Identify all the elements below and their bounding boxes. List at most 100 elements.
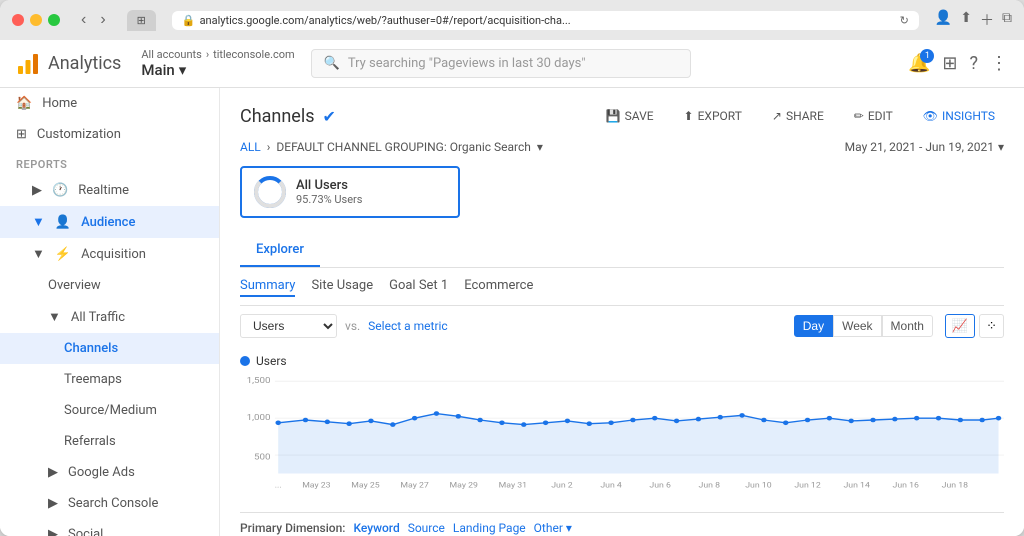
url-text: analytics.google.com/analytics/web/?auth… bbox=[200, 14, 571, 27]
save-icon: 💾 bbox=[606, 109, 621, 123]
expand-google-ads-icon: ▶ bbox=[48, 465, 58, 480]
edit-button[interactable]: ✏ EDIT bbox=[845, 104, 902, 128]
sidebar-item-overview[interactable]: Overview bbox=[0, 270, 219, 301]
dim-landing-page[interactable]: Landing Page bbox=[453, 521, 526, 535]
help-icon[interactable]: ? bbox=[969, 53, 978, 74]
sidebar-item-search-console[interactable]: ▶ Search Console bbox=[0, 488, 219, 519]
export-button[interactable]: ⬆ EXPORT bbox=[675, 104, 751, 128]
segment-box[interactable]: All Users 95.73% Users bbox=[240, 166, 460, 218]
app-header: Analytics All accounts › titleconsole.co… bbox=[0, 40, 1024, 88]
svg-text:Jun 14: Jun 14 bbox=[843, 481, 870, 489]
dim-keyword[interactable]: Keyword bbox=[353, 521, 399, 535]
week-button[interactable]: Week bbox=[833, 315, 881, 337]
month-button[interactable]: Month bbox=[882, 315, 933, 337]
traffic-lights bbox=[12, 14, 60, 26]
path-all[interactable]: ALL bbox=[240, 140, 261, 154]
sub-tab-ecommerce[interactable]: Ecommerce bbox=[464, 276, 533, 297]
refresh-icon[interactable]: ↻ bbox=[900, 14, 909, 27]
day-button[interactable]: Day bbox=[794, 315, 833, 337]
select-metric-link[interactable]: Select a metric bbox=[368, 319, 448, 333]
explorer-tabs: Explorer bbox=[240, 234, 1004, 268]
svg-text:Jun 18: Jun 18 bbox=[942, 481, 969, 489]
dim-other[interactable]: Other ▾ bbox=[534, 521, 572, 535]
logo: Analytics bbox=[16, 52, 121, 76]
chart-type-buttons: 📈 ⁘ bbox=[945, 314, 1004, 338]
sidebar-item-all-traffic[interactable]: ▼ All Traffic bbox=[0, 301, 219, 333]
grid-icon[interactable]: ⊞ bbox=[942, 53, 957, 74]
chevron-down-icon: ▾ bbox=[179, 61, 187, 79]
date-range-text: May 21, 2021 - Jun 19, 2021 bbox=[845, 140, 994, 154]
sub-tab-goal-set-1[interactable]: Goal Set 1 bbox=[389, 276, 448, 297]
date-range-selector[interactable]: May 21, 2021 - Jun 19, 2021 ▾ bbox=[845, 140, 1004, 154]
channels-label: Channels bbox=[64, 341, 118, 356]
minimize-button[interactable] bbox=[30, 14, 42, 26]
segment-pct: 95.73% Users bbox=[296, 193, 362, 206]
sidebar-item-source-medium[interactable]: Source/Medium bbox=[0, 395, 219, 426]
sidebar-item-acquisition[interactable]: ▼ ⚡ Acquisition bbox=[0, 238, 219, 270]
breadcrumb-site[interactable]: titleconsole.com bbox=[213, 48, 295, 61]
back-button[interactable]: ‹ bbox=[76, 9, 91, 31]
svg-text:Jun 16: Jun 16 bbox=[893, 481, 920, 489]
profile-icon[interactable]: 👤 bbox=[935, 10, 952, 30]
sidebar-item-social[interactable]: ▶ Social bbox=[0, 519, 219, 536]
sidebar-item-treemaps[interactable]: Treemaps bbox=[0, 364, 219, 395]
time-selector: Day Week Month bbox=[794, 315, 933, 337]
metric-selector: Users Sessions Pageviews vs. Select a me… bbox=[240, 314, 448, 338]
path-grouping[interactable]: DEFAULT CHANNEL GROUPING: Organic Search bbox=[276, 140, 530, 154]
metric-dropdown[interactable]: Users Sessions Pageviews bbox=[240, 314, 337, 338]
dim-source[interactable]: Source bbox=[408, 521, 445, 535]
svg-text:May 29: May 29 bbox=[450, 481, 478, 489]
sub-tab-summary[interactable]: Summary bbox=[240, 276, 295, 297]
expand-all-traffic-icon: ▼ bbox=[48, 309, 61, 325]
sidebar-item-customization[interactable]: ⊞ Customization bbox=[0, 119, 219, 150]
svg-text:Jun 4: Jun 4 bbox=[600, 481, 622, 489]
browser-titlebar: ‹ › ⊞ 🔒 analytics.google.com/analytics/w… bbox=[0, 0, 1024, 40]
sub-tab-site-usage[interactable]: Site Usage bbox=[311, 276, 373, 297]
path-dropdown-icon[interactable]: ▾ bbox=[537, 140, 543, 154]
search-bar[interactable]: 🔍 Try searching "Pageviews in last 30 da… bbox=[311, 49, 691, 78]
line-chart-button[interactable]: 📈 bbox=[945, 314, 975, 338]
sidebar-item-realtime[interactable]: ▶ 🕐 Realtime bbox=[0, 175, 219, 206]
content-area: Channels ✔ 💾 SAVE ⬆ EXPORT ↗ bbox=[220, 88, 1024, 536]
tab-explorer[interactable]: Explorer bbox=[240, 234, 320, 267]
chart-controls: Users Sessions Pageviews vs. Select a me… bbox=[240, 306, 1004, 346]
new-tab-icon[interactable]: ＋ bbox=[980, 10, 994, 30]
forward-button[interactable]: › bbox=[95, 9, 110, 31]
more-icon[interactable]: ⋮ bbox=[990, 53, 1008, 74]
customization-label: Customization bbox=[37, 127, 121, 142]
sidebar-item-google-ads[interactable]: ▶ Google Ads bbox=[0, 457, 219, 488]
overview-label: Overview bbox=[48, 278, 101, 293]
chart-area: Users 1,500 1,000 500 bbox=[240, 346, 1004, 504]
edit-icon: ✏ bbox=[854, 109, 864, 123]
insights-button[interactable]: 👁 INSIGHTS bbox=[914, 104, 1004, 128]
insights-label: INSIGHTS bbox=[942, 109, 995, 123]
breadcrumb-all[interactable]: All accounts bbox=[141, 48, 201, 61]
lock-icon: 🔒 bbox=[182, 14, 196, 27]
path-bar: ALL › DEFAULT CHANNEL GROUPING: Organic … bbox=[240, 140, 1004, 154]
social-label: Social bbox=[68, 527, 103, 536]
analytics-logo-icon bbox=[16, 52, 40, 76]
svg-text:May 27: May 27 bbox=[400, 481, 429, 489]
address-bar[interactable]: 🔒 analytics.google.com/analytics/web/?au… bbox=[172, 11, 919, 30]
share-browser-icon[interactable]: ⬆ bbox=[960, 10, 972, 30]
analytics-app: Analytics All accounts › titleconsole.co… bbox=[0, 40, 1024, 536]
close-button[interactable] bbox=[12, 14, 24, 26]
sidebar-item-home[interactable]: 🏠 Home bbox=[0, 88, 219, 119]
save-button[interactable]: 💾 SAVE bbox=[597, 104, 663, 128]
svg-text:May 31: May 31 bbox=[499, 481, 527, 489]
maximize-button[interactable] bbox=[48, 14, 60, 26]
insights-icon: 👁 bbox=[923, 109, 938, 123]
share-button[interactable]: ↗ SHARE bbox=[763, 104, 833, 128]
notifications-button[interactable]: 🔔 1 bbox=[908, 53, 930, 74]
sidebar-item-channels[interactable]: Channels bbox=[0, 333, 219, 364]
segment-circle bbox=[254, 176, 286, 208]
share-label: SHARE bbox=[786, 109, 824, 123]
acquisition-label: Acquisition bbox=[81, 247, 146, 262]
property-selector[interactable]: Main ▾ bbox=[141, 61, 294, 79]
windows-icon[interactable]: ⧉ bbox=[1002, 10, 1012, 30]
sidebar-item-audience[interactable]: ▼ 👤 Audience bbox=[0, 206, 219, 238]
realtime-icon: 🕐 bbox=[52, 183, 68, 198]
sidebar: 🏠 Home ⊞ Customization REPORTS ▶ 🕐 Realt… bbox=[0, 88, 220, 536]
scatter-chart-button[interactable]: ⁘ bbox=[979, 314, 1004, 338]
sidebar-item-referrals[interactable]: Referrals bbox=[0, 426, 219, 457]
